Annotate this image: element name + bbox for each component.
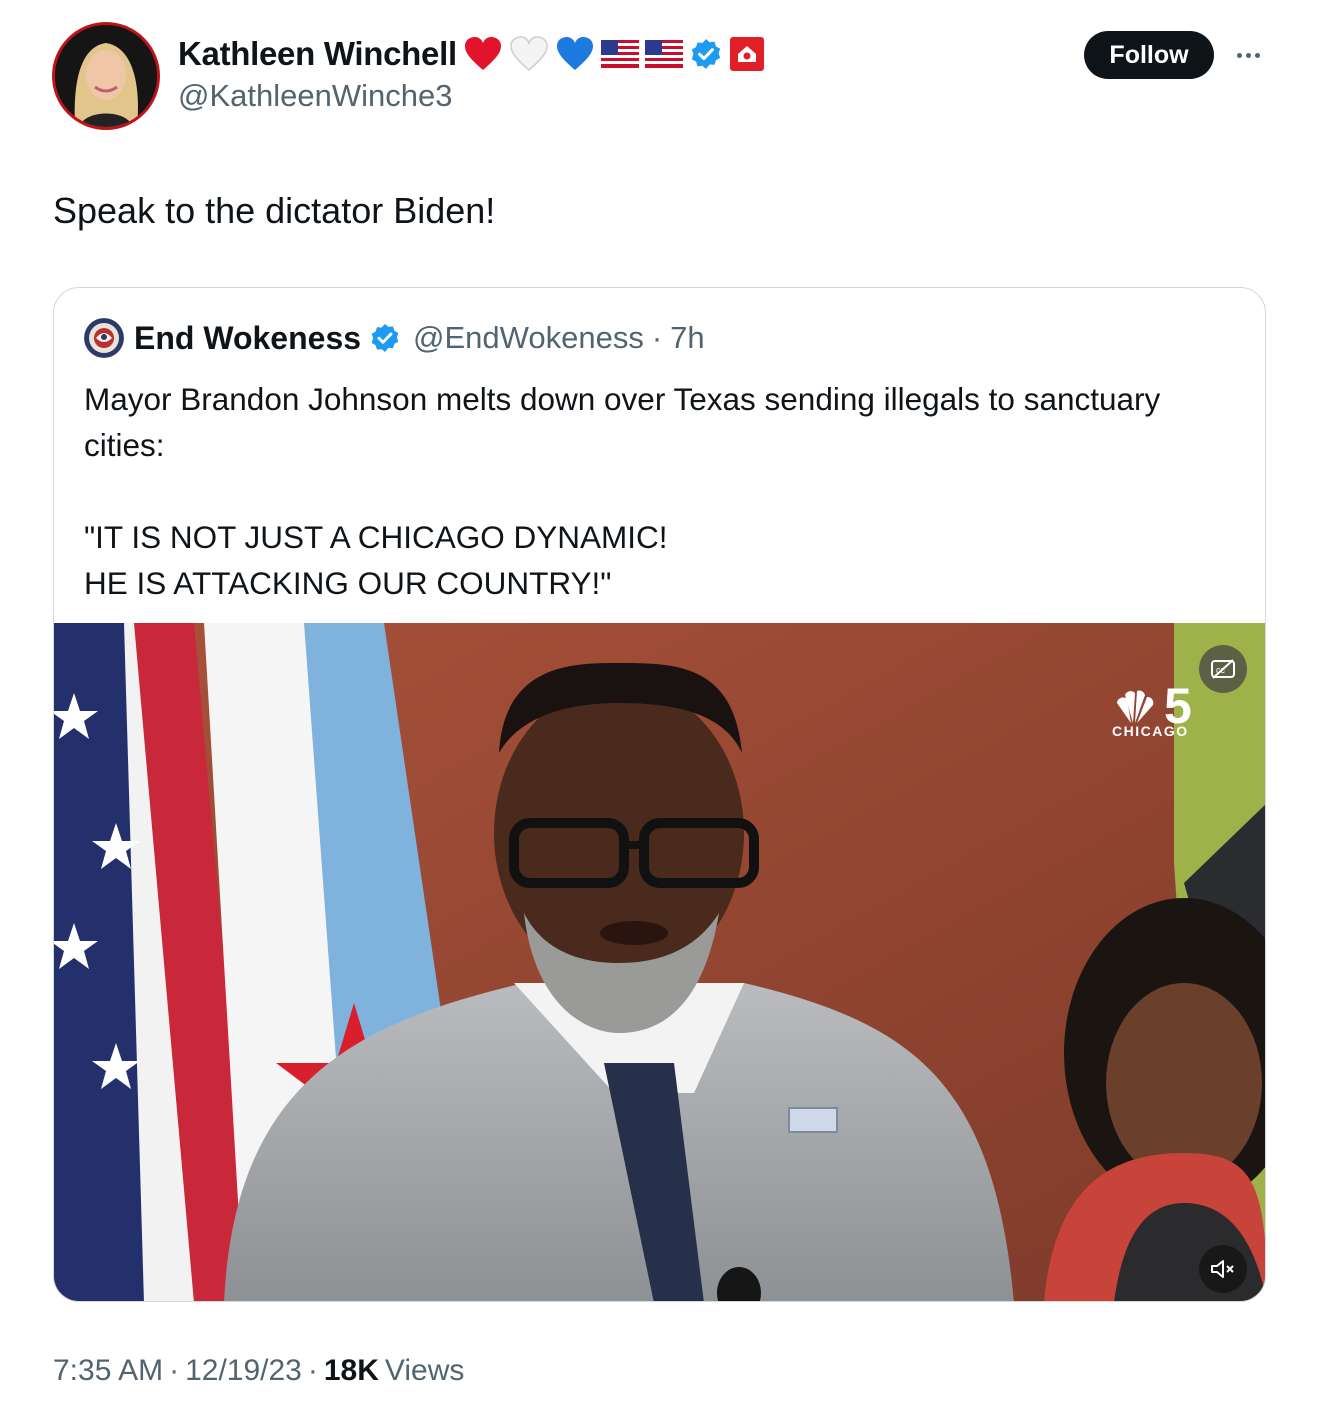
home-badge-icon[interactable] <box>729 36 765 72</box>
blue-heart-icon <box>555 36 595 72</box>
verified-badge-icon[interactable] <box>369 322 401 354</box>
views-label: Views <box>384 1354 465 1387</box>
video-frame <box>54 623 1265 1301</box>
quoted-tweet-header: End Wokeness @EndWokeness · 7h <box>84 318 705 358</box>
follow-button[interactable]: Follow <box>1084 31 1214 79</box>
white-heart-icon <box>509 36 549 72</box>
more-options-icon[interactable] <box>1232 44 1264 66</box>
views-count[interactable]: 18K <box>324 1354 379 1388</box>
author-name-row: Kathleen Winchell <box>178 34 765 74</box>
quoted-separator: · <box>651 320 663 355</box>
red-heart-icon <box>463 36 503 72</box>
us-flag-icon <box>644 40 683 68</box>
quoted-display-name[interactable]: End Wokeness <box>134 320 361 357</box>
author-display-name[interactable]: Kathleen Winchell <box>178 35 457 73</box>
meta-separator: · <box>307 1354 318 1387</box>
tweet-meta: 7:35 AM · 12/19/23 · 18K Views <box>53 1354 464 1388</box>
verified-badge-icon[interactable] <box>689 37 723 71</box>
author-handle[interactable]: @KathleenWinche3 <box>178 78 452 114</box>
author-avatar[interactable] <box>52 22 160 130</box>
quoted-tweet[interactable]: End Wokeness @EndWokeness · 7h Mayor Bra… <box>53 287 1266 1302</box>
us-flag-icon <box>600 40 639 68</box>
quoted-handle[interactable]: @EndWokeness <box>413 320 644 356</box>
tweet-date[interactable]: 12/19/23 <box>185 1354 302 1388</box>
quoted-video[interactable]: 5 CHICAGO cc <box>54 623 1265 1301</box>
quoted-time[interactable]: 7h <box>670 320 704 356</box>
meta-separator: · <box>169 1354 180 1387</box>
mute-icon[interactable] <box>1199 1245 1247 1293</box>
tweet-time[interactable]: 7:35 AM <box>53 1354 163 1388</box>
tweet-text: Speak to the dictator Biden! <box>53 190 496 231</box>
channel-watermark: CHICAGO <box>1112 723 1189 739</box>
quoted-author-avatar[interactable] <box>84 318 124 358</box>
quoted-tweet-text: Mayor Brandon Johnson melts down over Te… <box>84 381 1161 601</box>
captions-icon[interactable]: cc <box>1199 645 1247 693</box>
